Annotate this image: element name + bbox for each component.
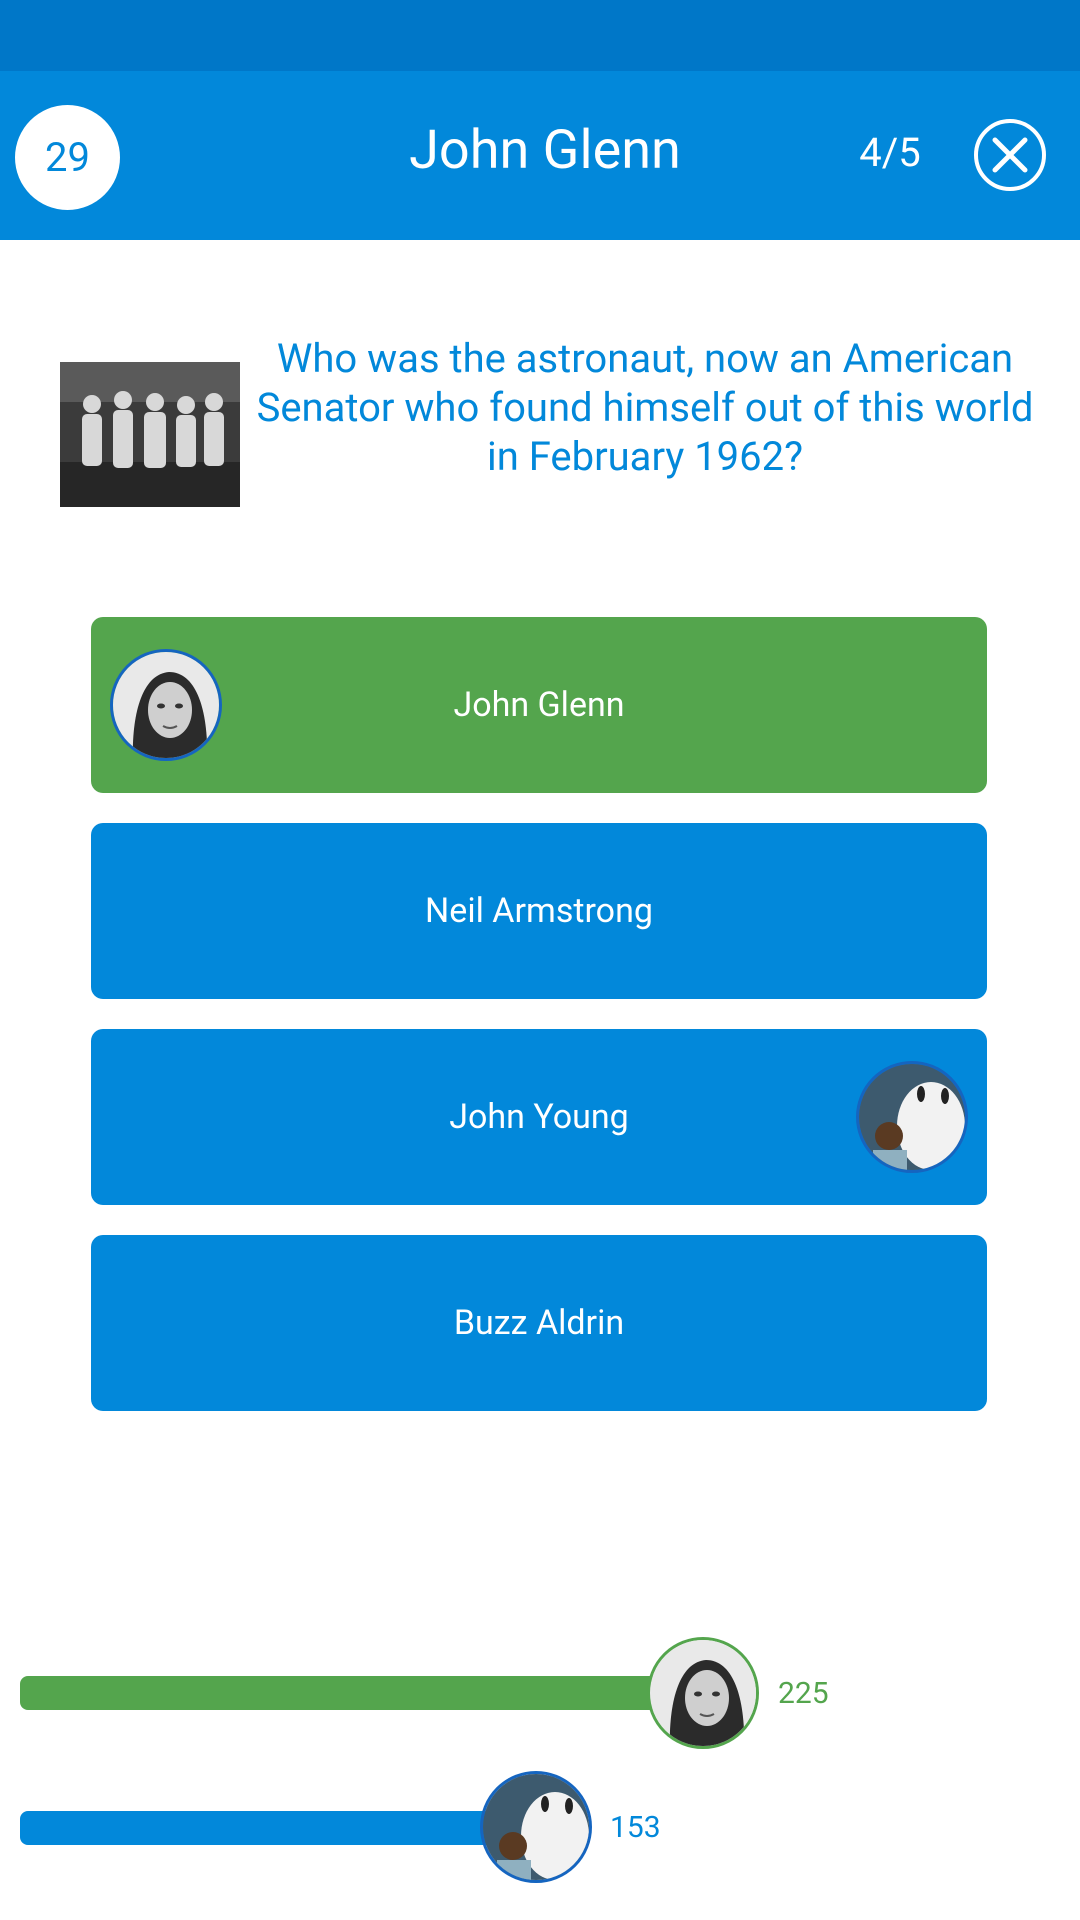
answer-option-2[interactable]: Neil Armstrong: [91, 823, 987, 999]
question-photo: [60, 362, 240, 507]
answer-option-3[interactable]: John Young: [91, 1029, 987, 1205]
answer-label: Neil Armstrong: [425, 891, 653, 931]
close-icon: [992, 137, 1028, 173]
close-button[interactable]: [974, 119, 1046, 191]
question-progress: 4/5: [859, 129, 921, 176]
player-avatar: [110, 649, 222, 761]
answer-option-4[interactable]: Buzz Aldrin: [91, 1235, 987, 1411]
player-score-bar: [20, 1676, 710, 1710]
answer-label: John Glenn: [453, 685, 625, 725]
answer-option-1[interactable]: John Glenn: [91, 617, 987, 793]
player-score: 225: [778, 1676, 829, 1711]
opponent-avatar: [856, 1061, 968, 1173]
header-bar: 29 John Glenn 4/5: [0, 71, 1080, 240]
answer-label: John Young: [449, 1097, 629, 1137]
player-score-avatar: [647, 1637, 759, 1749]
timer-badge: 29: [15, 105, 120, 210]
header-title: John Glenn: [409, 119, 681, 182]
opponent-score-bar: [20, 1811, 550, 1845]
status-bar: [0, 0, 1080, 71]
opponent-score: 153: [610, 1810, 661, 1845]
opponent-score-avatar: [480, 1771, 592, 1883]
answer-label: Buzz Aldrin: [453, 1303, 625, 1343]
question-text: Who was the astronaut, now an American S…: [256, 335, 1034, 480]
